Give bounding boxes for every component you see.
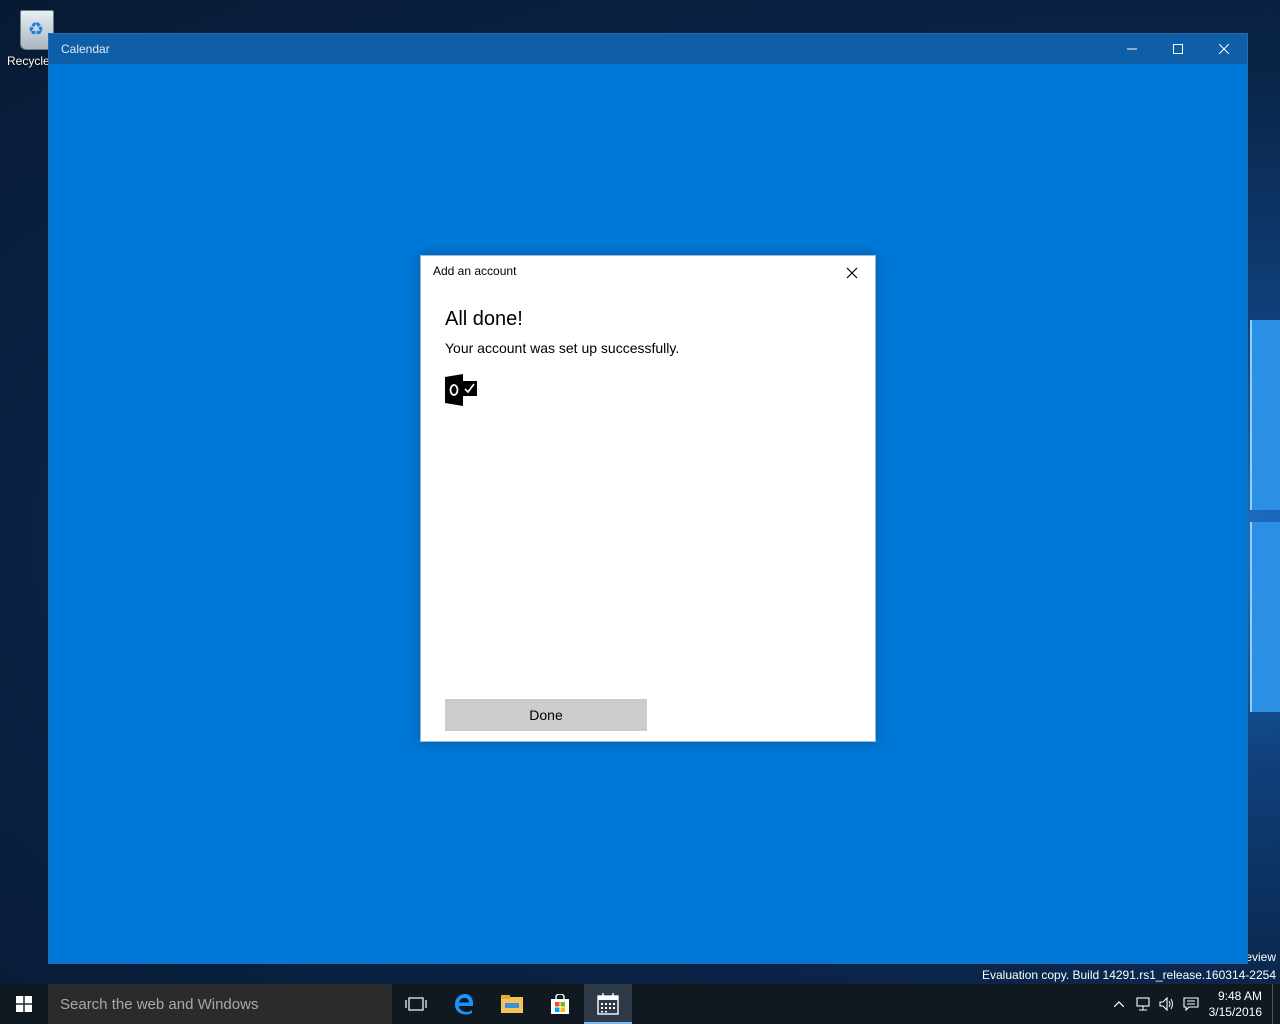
watermark-build: Evaluation copy. Build 14291.rs1_release…: [982, 968, 1276, 982]
clock-date: 3/15/2016: [1208, 1005, 1262, 1019]
close-icon: [1219, 44, 1229, 54]
action-center-icon: [1183, 997, 1199, 1011]
taskbar-clock[interactable]: 9:48 AM 3/15/2016: [1203, 988, 1272, 1020]
task-view-button[interactable]: [392, 984, 440, 1024]
clock-time: 9:48 AM: [1217, 989, 1262, 1003]
action-center-button[interactable]: [1179, 984, 1203, 1024]
file-explorer-button[interactable]: [488, 984, 536, 1024]
outlook-icon: [445, 374, 477, 406]
watermark-preview: eview: [1245, 950, 1276, 964]
edge-icon: [455, 994, 473, 1015]
store-button[interactable]: [536, 984, 584, 1024]
task-view-icon: [405, 997, 427, 1011]
system-tray: 9:48 AM 3/15/2016: [1107, 984, 1280, 1024]
add-account-dialog: Add an account All done! Your account wa…: [420, 255, 876, 742]
calendar-icon: [597, 993, 619, 1015]
volume-button[interactable]: [1155, 984, 1179, 1024]
file-explorer-icon: [501, 995, 523, 1013]
network-button[interactable]: [1131, 984, 1155, 1024]
calendar-button[interactable]: [584, 984, 632, 1024]
edge-button[interactable]: [440, 984, 488, 1024]
done-button[interactable]: Done: [445, 699, 647, 731]
maximize-button[interactable]: [1155, 34, 1201, 64]
store-icon: [551, 994, 569, 1014]
minimize-icon: [1127, 48, 1137, 50]
taskbar-search-input[interactable]: [48, 984, 392, 1024]
dialog-title: Add an account: [433, 264, 517, 278]
dialog-message: Your account was set up successfully.: [445, 340, 680, 356]
show-desktop-button[interactable]: [1272, 984, 1280, 1024]
start-button[interactable]: [0, 984, 48, 1024]
network-icon: [1136, 997, 1150, 1011]
dialog-close-button[interactable]: [841, 262, 863, 284]
window-titlebar[interactable]: Calendar: [49, 34, 1247, 64]
close-icon: [846, 267, 858, 279]
close-window-button[interactable]: [1201, 34, 1247, 64]
volume-icon: [1159, 997, 1173, 1011]
chevron-up-icon: [1113, 1001, 1124, 1007]
dialog-heading: All done!: [445, 308, 523, 330]
show-hidden-icons-button[interactable]: [1107, 984, 1131, 1024]
windows-logo-icon: [16, 996, 32, 1012]
taskbar: 9:48 AM 3/15/2016: [0, 984, 1280, 1024]
maximize-icon: [1173, 44, 1183, 54]
minimize-button[interactable]: [1109, 34, 1155, 64]
window-title: Calendar: [61, 42, 110, 56]
